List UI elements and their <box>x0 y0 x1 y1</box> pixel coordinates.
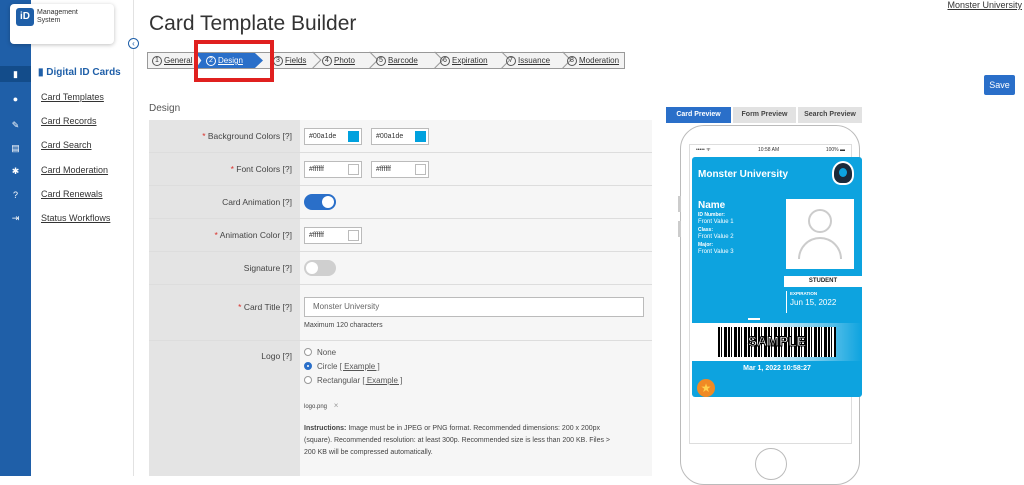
card-fields: ID Number: Front Value 1 Class: Front Va… <box>698 212 734 255</box>
step-photo[interactable]: 4 Photo <box>322 51 379 69</box>
document-icon[interactable]: ▤ <box>0 140 31 156</box>
logo-text: Management System <box>37 9 78 24</box>
step-general[interactable]: 1 General <box>152 53 198 68</box>
photo-placeholder <box>786 199 854 269</box>
animation-color-input[interactable]: #ffffff <box>304 227 362 244</box>
font-color-input-1[interactable]: #ffffff <box>304 161 362 178</box>
logo-label: Logo [?] <box>149 341 300 476</box>
logo-option-rectangular[interactable]: Rectangular [ Example ] <box>304 376 402 385</box>
phone-screen: ••••• ᯤ 10:58 AM 100% ▬ Monster Universi… <box>689 144 862 444</box>
icon-bar: ▮ ● ✎ ▤ ✱ ? ⇥ <box>0 0 31 476</box>
highlight-box <box>194 40 274 82</box>
expiration-block: EXPIRATION Jun 15, 2022 <box>786 291 836 313</box>
status-badge: STUDENT <box>784 276 862 287</box>
main-content: Card Template Builder Monster University… <box>135 0 1024 485</box>
sidebar-item-card-moderation[interactable]: Card Moderation <box>41 165 108 175</box>
app-logo[interactable]: iD Management System <box>10 4 114 44</box>
card-name: Name <box>698 200 726 211</box>
background-color-input-2[interactable]: #00a1de <box>371 128 429 145</box>
design-form: * Background Colors [?] #00a1de #00a1de … <box>149 120 652 476</box>
card-animation-toggle[interactable] <box>304 194 336 210</box>
section-heading: Design <box>149 103 181 114</box>
barcode-sample-text: SAMPLE <box>747 333 807 350</box>
preview-tabs: Card Preview Form Preview Search Preview <box>666 107 862 123</box>
help-icon[interactable]: ? <box>0 187 31 203</box>
save-button[interactable]: Save <box>984 75 1015 95</box>
id-cards-icon[interactable]: ▮ <box>0 66 31 82</box>
phone-side-button <box>678 196 681 212</box>
logo-option-none[interactable]: None <box>304 348 336 357</box>
card-title-hint: Maximum 120 characters <box>304 322 383 329</box>
circle-example-link[interactable]: [ Example ] <box>340 362 380 371</box>
tab-search-preview[interactable]: Search Preview <box>798 107 862 123</box>
card-title-input[interactable]: Monster University <box>304 297 644 317</box>
phone-side-button <box>678 221 681 237</box>
logo-file-name: logo.png × <box>304 401 339 410</box>
font-colors-label: * Font Colors [?] <box>149 153 300 185</box>
remove-file-icon[interactable]: × <box>334 401 339 410</box>
phone-mockup: ••••• ᯤ 10:58 AM 100% ▬ Monster Universi… <box>678 125 862 485</box>
account-link[interactable]: Monster University <box>947 0 1022 10</box>
sidebar-item-status-workflows[interactable]: Status Workflows <box>41 213 110 223</box>
tab-card-preview[interactable]: Card Preview <box>666 107 731 123</box>
phone-status-bar: ••••• ᯤ 10:58 AM 100% ▬ <box>696 147 845 153</box>
sidebar-item-card-templates[interactable]: Card Templates <box>41 92 104 102</box>
tab-form-preview[interactable]: Form Preview <box>733 107 796 123</box>
step-expiration[interactable]: 6 Expiration <box>440 51 511 69</box>
brush-icon[interactable]: ✎ <box>0 117 31 133</box>
barcode: SAMPLE <box>718 327 836 357</box>
row-signature: Signature [?] <box>149 252 652 285</box>
logo-instructions: Instructions: Image must be in JPEG or P… <box>304 425 611 456</box>
home-button <box>755 448 787 480</box>
animation-bar <box>748 318 760 320</box>
gear-icon[interactable]: ✱ <box>0 163 31 179</box>
card-title: Monster University <box>698 169 789 180</box>
signature-toggle[interactable] <box>304 260 336 276</box>
id-card: Monster University Name ID Number: Front… <box>692 157 862 397</box>
row-background-colors: * Background Colors [?] #00a1de #00a1de <box>149 120 652 153</box>
logout-icon[interactable]: ⇥ <box>0 210 31 226</box>
collapse-sidebar-icon[interactable]: ‹ <box>128 38 139 49</box>
page-title: Card Template Builder <box>149 12 357 35</box>
sidebar-item-card-renewals[interactable]: Card Renewals <box>41 189 103 199</box>
signature-label: Signature [?] <box>149 252 300 284</box>
row-card-title: * Card Title [?] Monster University Maxi… <box>149 285 652 341</box>
mascot-logo <box>832 161 854 185</box>
step-moderation[interactable]: 8 Moderation <box>567 53 625 68</box>
card-title-label: * Card Title [?] <box>149 285 300 340</box>
rectangular-example-link[interactable]: [ Example ] <box>362 376 402 385</box>
chat-icon[interactable]: ● <box>0 91 31 107</box>
row-card-animation: Card Animation [?] <box>149 186 652 219</box>
sidebar-item-card-records[interactable]: Card Records <box>41 116 97 126</box>
row-animation-color: * Animation Color [?] #ffffff <box>149 219 652 252</box>
animation-color-label: * Animation Color [?] <box>149 219 300 251</box>
font-color-input-2[interactable]: #ffffff <box>371 161 429 178</box>
sidebar-item-card-search[interactable]: Card Search <box>41 140 92 150</box>
card-timestamp: Mar 1, 2022 10:58:27 <box>743 365 811 372</box>
row-font-colors: * Font Colors [?] #ffffff #ffffff <box>149 153 652 186</box>
row-logo: Logo [?] None Circle [ Example ] Rectang… <box>149 341 652 476</box>
sidebar-heading: ▮ Digital ID Cards <box>38 67 121 78</box>
background-color-input-1[interactable]: #00a1de <box>304 128 362 145</box>
background-colors-label: * Background Colors [?] <box>149 120 300 152</box>
step-issuance[interactable]: 7 Issuance <box>506 51 572 69</box>
card-animation-label: Card Animation [?] <box>149 186 300 218</box>
logo-option-circle[interactable]: Circle [ Example ] <box>304 362 380 371</box>
logo-mark: iD <box>16 8 34 26</box>
star-icon: ★ <box>697 379 715 397</box>
step-barcode[interactable]: 5 Barcode <box>376 51 444 69</box>
step-fields[interactable]: 3 Fields <box>273 51 322 69</box>
